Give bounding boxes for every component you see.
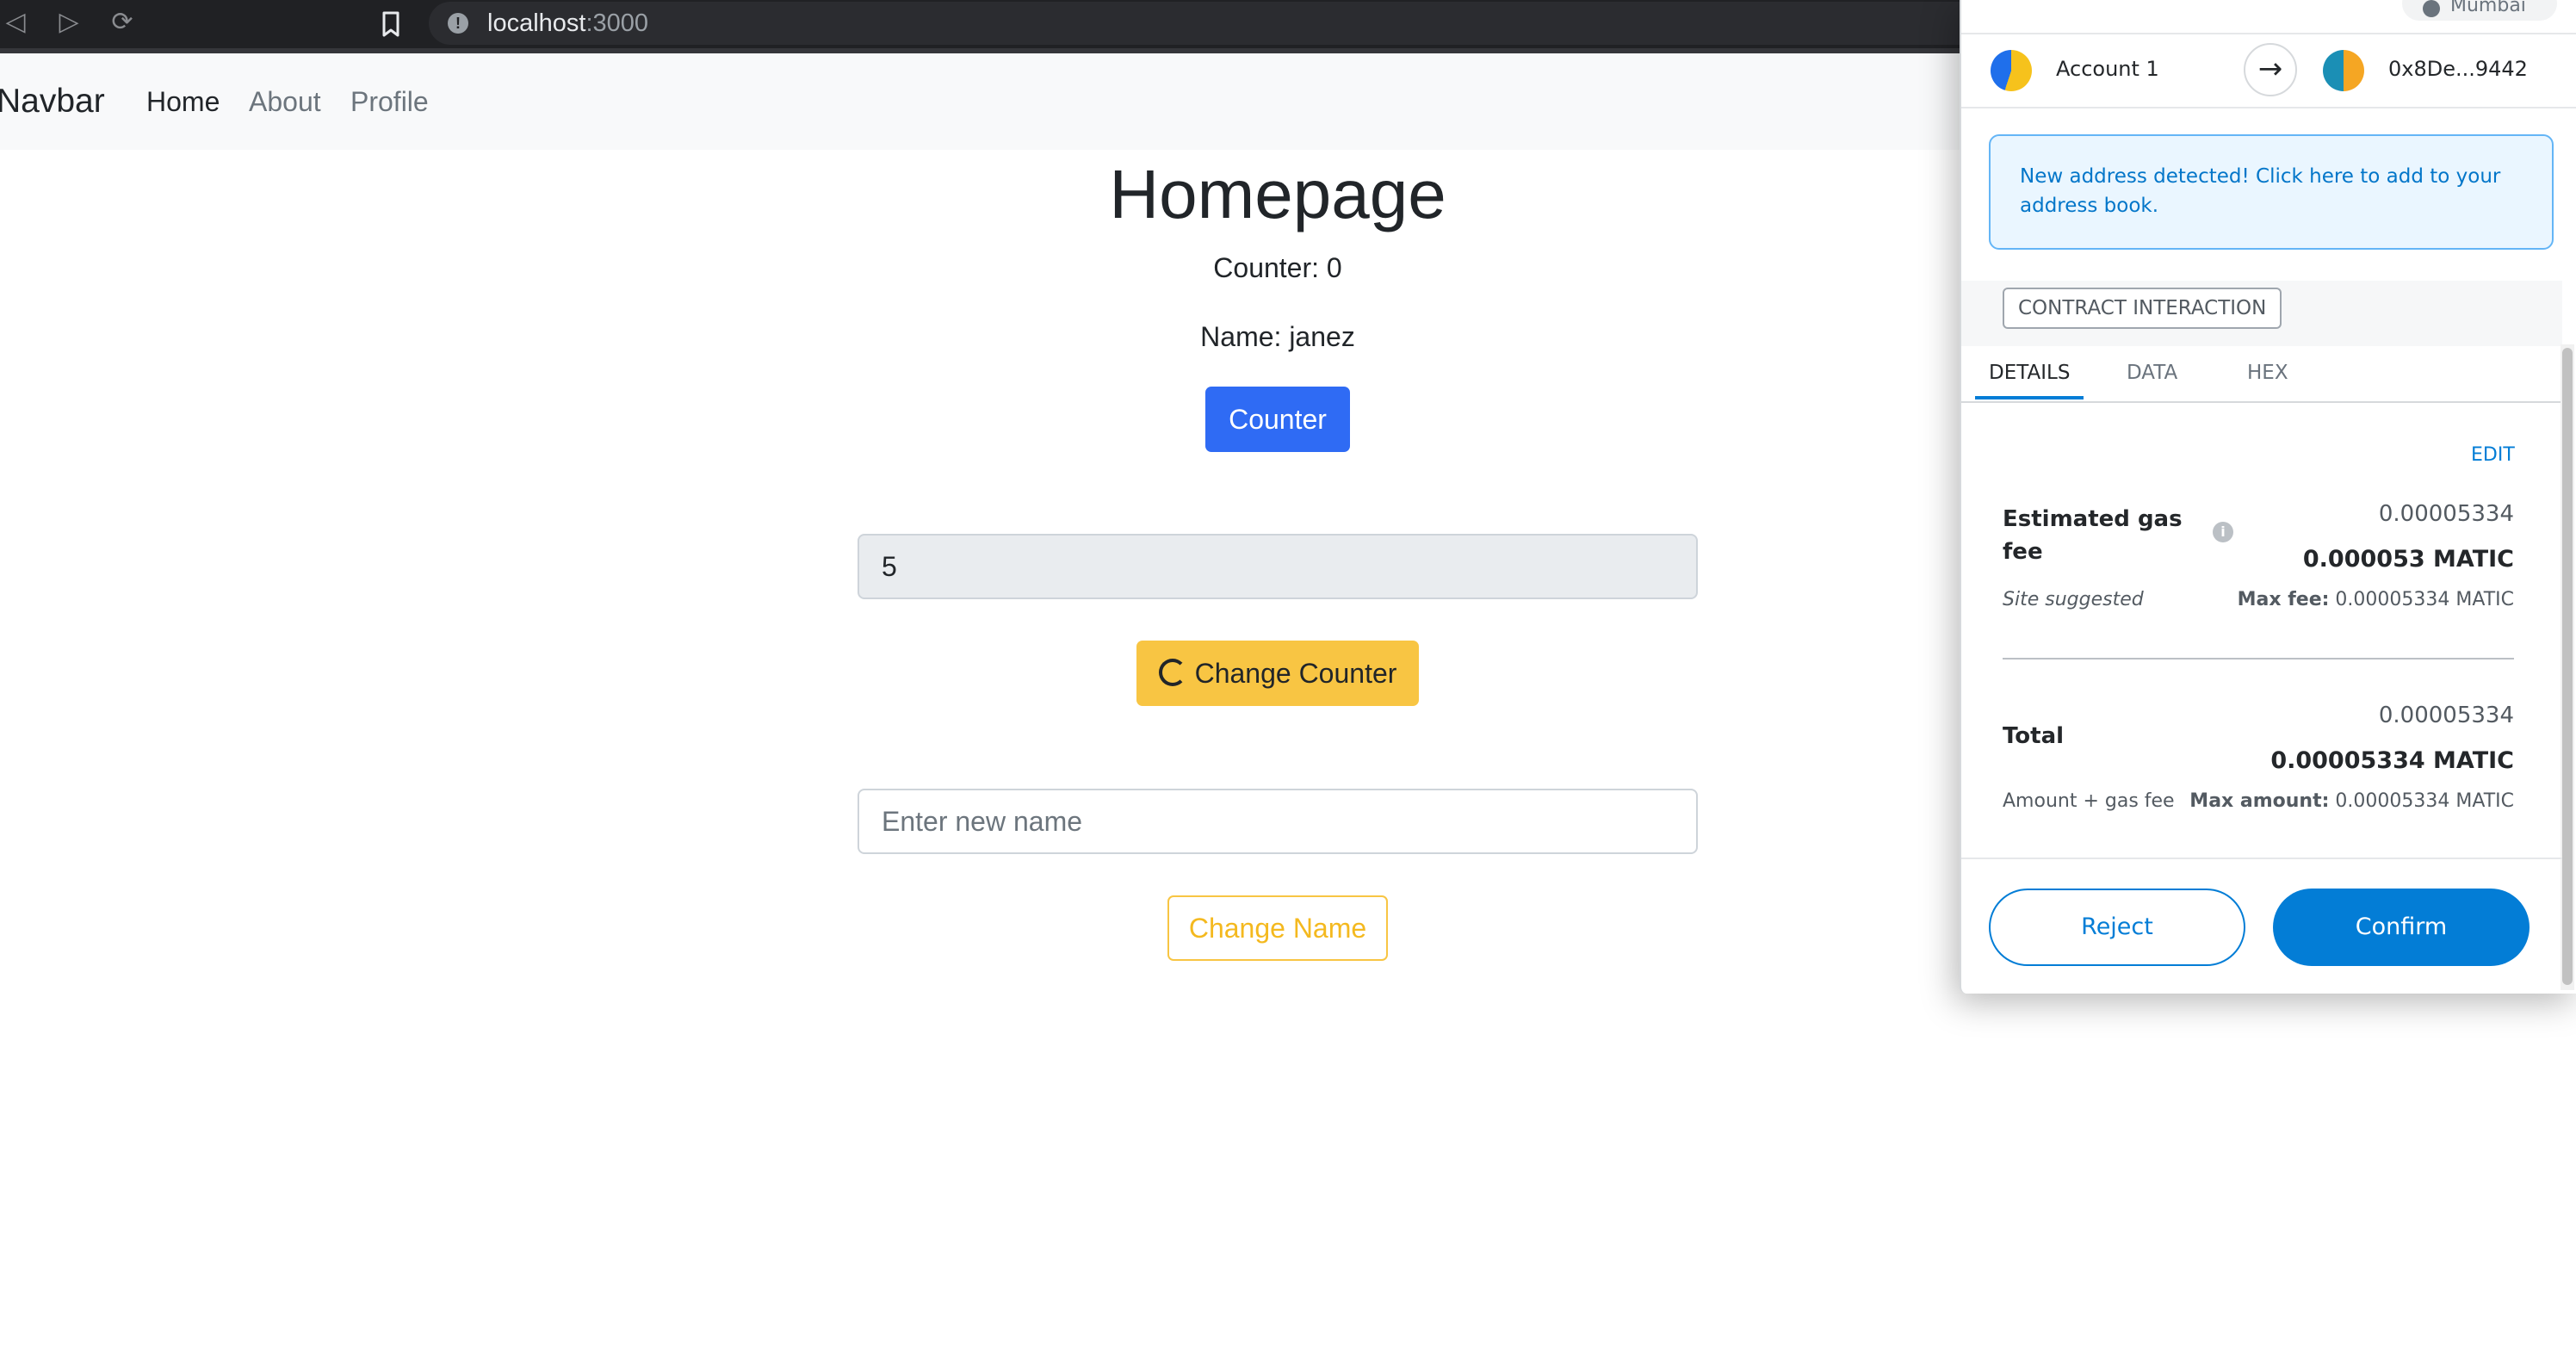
network-selector[interactable]: Mumbai — [2402, 0, 2557, 21]
account-avatar — [1991, 50, 2032, 91]
change-counter-button[interactable]: Change Counter — [1136, 641, 1419, 706]
footer-divider — [1961, 858, 2562, 859]
max-amount-row: Max amount: 0.00005334 MATIC — [2189, 790, 2514, 812]
tab-hex[interactable]: HEX — [2247, 362, 2288, 384]
nav-link-profile[interactable]: Profile — [350, 86, 429, 118]
new-address-notice[interactable]: New address detected! Click here to add … — [1989, 134, 2554, 250]
bookmark-icon[interactable] — [375, 9, 406, 40]
gas-fee-label: Estimated gas fee — [2003, 506, 2183, 565]
scrollbar-thumb[interactable] — [2562, 348, 2573, 985]
reject-button[interactable]: Reject — [1989, 889, 2245, 966]
scrollbar[interactable] — [2561, 344, 2574, 990]
divider — [2003, 658, 2514, 660]
counter-input[interactable]: 5 — [858, 534, 1698, 599]
account-row: Account 1 → 0x8De...9442 — [1961, 33, 2576, 108]
site-info-icon[interactable]: ! — [448, 13, 468, 34]
url-host: localhost — [487, 9, 586, 37]
active-tab-indicator — [1975, 396, 2084, 399]
total-label: Total — [2003, 723, 2065, 749]
site-suggested-text: Site suggested — [2003, 589, 2144, 610]
arrow-right-icon: → — [2244, 43, 2297, 96]
url-port: :3000 — [585, 9, 649, 37]
name-input[interactable]: Enter new name — [858, 789, 1698, 854]
tab-data[interactable]: DATA — [2127, 362, 2177, 384]
navbar-brand[interactable]: Navbar — [0, 83, 105, 121]
tab-details[interactable]: DETAILS — [1989, 362, 2070, 384]
network-icon — [2423, 0, 2440, 17]
contract-interaction-tag: CONTRACT INTERACTION — [2003, 288, 2282, 329]
network-name: Mumbai — [2450, 0, 2526, 16]
nav-link-home[interactable]: Home — [146, 86, 220, 118]
total-secondary: 0.00005334 — [2378, 703, 2514, 728]
change-counter-label: Change Counter — [1194, 658, 1397, 689]
reload-icon[interactable]: ⟳ — [107, 7, 138, 38]
recipient-avatar — [2323, 50, 2364, 91]
gas-fee-primary: 0.000053 MATIC — [2302, 546, 2514, 573]
max-amount-label: Max amount: — [2189, 790, 2330, 812]
nav-link-about[interactable]: About — [249, 86, 321, 118]
max-fee-value: 0.00005334 MATIC — [2335, 589, 2514, 610]
url-text: localhost:3000 — [487, 9, 648, 38]
amount-gas-label: Amount + gas fee — [2003, 790, 2175, 812]
edit-gas-link[interactable]: EDIT — [2471, 444, 2515, 466]
spinner-icon — [1158, 659, 1186, 686]
metamask-popup: Mumbai Account 1 → 0x8De...9442 New addr… — [1960, 0, 2576, 994]
max-fee-label: Max fee: — [2237, 589, 2330, 610]
confirm-button[interactable]: Confirm — [2273, 889, 2530, 966]
max-amount-value: 0.00005334 MATIC — [2335, 790, 2514, 812]
from-account[interactable]: Account 1 — [2056, 57, 2159, 81]
back-icon[interactable]: ◁ — [0, 7, 31, 38]
to-address[interactable]: 0x8De...9442 — [2388, 57, 2528, 81]
forward-icon[interactable]: ▷ — [53, 7, 84, 38]
max-fee-row: Max fee: 0.00005334 MATIC — [2238, 589, 2514, 610]
gas-fee-secondary: 0.00005334 — [2378, 501, 2514, 527]
total-primary: 0.00005334 MATIC — [2270, 747, 2514, 774]
change-name-button[interactable]: Change Name — [1167, 895, 1388, 961]
tab-bar: DETAILS DATA HEX — [1961, 346, 2562, 403]
address-bar[interactable]: ! localhost:3000 — [429, 2, 1970, 45]
info-icon[interactable]: i — [2213, 522, 2233, 542]
counter-button[interactable]: Counter — [1205, 387, 1350, 452]
